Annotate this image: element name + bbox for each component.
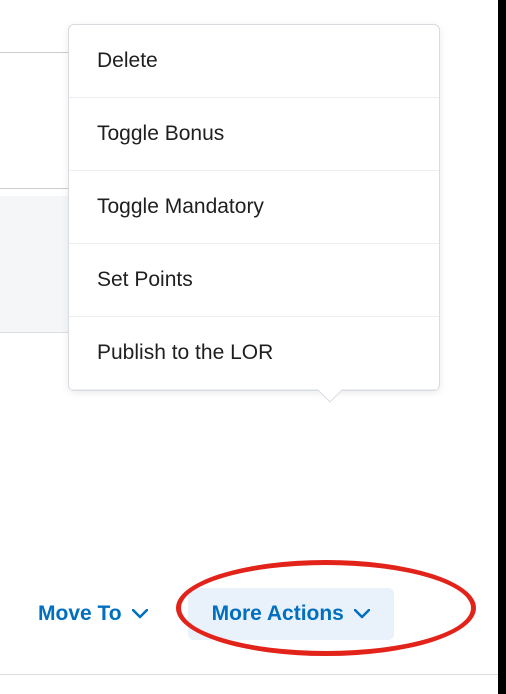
chevron-down-icon — [354, 609, 370, 619]
background-shade — [0, 196, 70, 332]
background-divider-2 — [0, 332, 70, 333]
menu-item-set-points[interactable]: Set Points — [69, 244, 439, 317]
more-actions-menu: Delete Toggle Bonus Toggle Mandatory Set… — [68, 24, 440, 391]
move-to-button[interactable]: Move To — [18, 590, 168, 638]
menu-item-label: Toggle Mandatory — [97, 195, 264, 218]
chevron-down-icon — [132, 609, 148, 619]
bottom-divider — [0, 674, 506, 675]
more-actions-button[interactable]: More Actions — [188, 588, 394, 640]
move-to-label: Move To — [38, 602, 122, 626]
menu-item-label: Delete — [97, 49, 158, 72]
menu-item-toggle-bonus[interactable]: Toggle Bonus — [69, 98, 439, 171]
menu-item-delete[interactable]: Delete — [69, 25, 439, 98]
more-actions-label: More Actions — [212, 602, 344, 626]
menu-item-publish-lor[interactable]: Publish to the LOR — [69, 317, 439, 390]
menu-item-toggle-mandatory[interactable]: Toggle Mandatory — [69, 171, 439, 244]
menu-item-label: Toggle Bonus — [97, 122, 224, 145]
right-edge — [498, 0, 506, 694]
menu-item-label: Set Points — [97, 268, 193, 291]
toolbar: Move To More Actions — [0, 588, 506, 640]
menu-item-label: Publish to the LOR — [97, 341, 273, 364]
